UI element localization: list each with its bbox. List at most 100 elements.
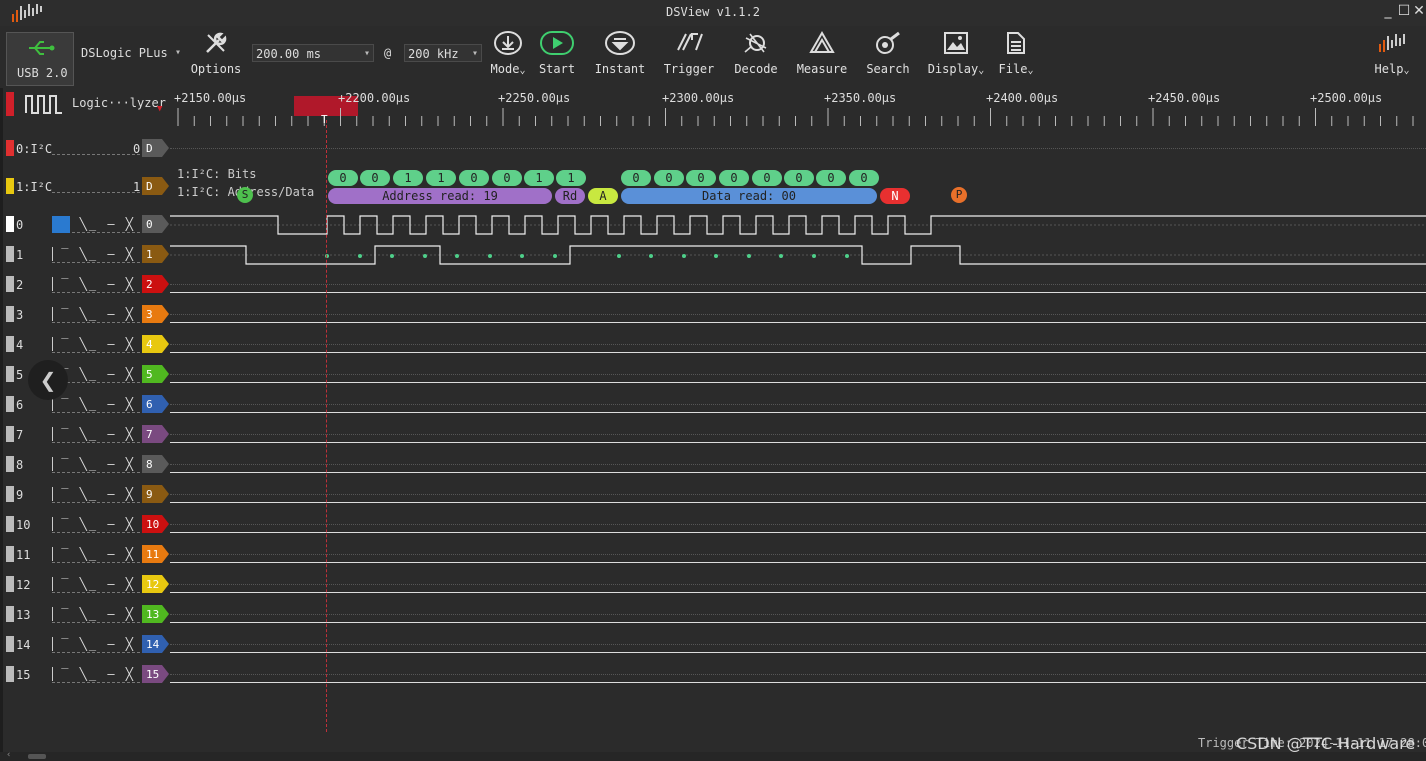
title-bar: DSView v1.1.2 _ ☐ ✕ — [0, 0, 1426, 26]
channel-tag[interactable]: 9 — [142, 485, 172, 503]
trigger-options[interactable]: ▏‾ ╲_ — ╳ — [52, 307, 140, 323]
trigger-label: Trigger — [663, 62, 715, 76]
trigger-options[interactable]: ▏‾ ╲_ — ╳ — [52, 607, 140, 623]
trigger-options[interactable]: ▏‾ ╲_ — ╳ — [52, 427, 140, 443]
decoder-0-label: 0:I²C — [16, 142, 53, 156]
device-select[interactable]: DSLogic PLus ▾ — [78, 44, 184, 62]
group-dropdown-icon[interactable]: ▼ — [157, 104, 162, 114]
maximize-button[interactable]: ☐ — [1396, 2, 1412, 20]
measure-button[interactable]: Measure — [794, 26, 850, 86]
channel-tag-text: 4 — [146, 338, 153, 351]
channel-color-marker — [6, 606, 14, 622]
trigger-icon — [677, 33, 703, 51]
bit-box: 0 — [328, 170, 358, 186]
trigger-options[interactable]: ▏‾ ╲_ — ╳ — [52, 277, 140, 293]
trigger-options[interactable]: ▏‾ ╲_ — ╳ — [52, 547, 140, 563]
channel-baseline — [170, 562, 1426, 563]
channel-baseline — [170, 472, 1426, 473]
ack-box: A — [588, 188, 618, 204]
channel-tag[interactable]: 11 — [142, 545, 172, 563]
instant-button[interactable]: Instant — [592, 26, 648, 86]
channel-number: 11 — [16, 548, 31, 562]
sda-sample-point — [682, 254, 686, 258]
channel-tag-text: 3 — [146, 308, 153, 321]
channel-tag[interactable]: 0 — [142, 215, 172, 233]
channel-number: 1 — [16, 248, 24, 262]
channel-tag[interactable]: 8 — [142, 455, 172, 473]
window-title: DSView v1.1.2 — [666, 5, 760, 19]
samplerate-select[interactable]: 200 kHz ▾ — [404, 44, 482, 62]
scrollbar-thumb[interactable] — [28, 754, 46, 759]
trigger-options[interactable]: ▏‾ ╲_ — ╳ — [52, 517, 140, 533]
usb-icon — [29, 41, 55, 55]
decoder-1-tag[interactable]: D — [142, 177, 170, 195]
channel-tag[interactable]: 13 — [142, 605, 172, 623]
trigger-options[interactable]: ▏‾ ╲_ — ╳ — [52, 397, 140, 413]
trigger-cursor[interactable] — [326, 120, 327, 732]
options-button[interactable]: Options — [186, 26, 246, 86]
channel-tag-text: 11 — [146, 548, 159, 561]
duration-select[interactable]: 200.00 ms ▾ — [252, 44, 374, 62]
trigger-options[interactable]: ▏‾ ╲_ — ╳ — [52, 457, 140, 473]
bit-box: 1 — [426, 170, 456, 186]
group-label[interactable]: Logic···lyzer — [72, 96, 166, 110]
mode-button[interactable]: Mode⌄ — [488, 26, 528, 86]
decoder-0-tag[interactable]: D — [142, 139, 170, 157]
chevron-down-icon: ▾ — [471, 48, 478, 59]
channel-tag[interactable]: 3 — [142, 305, 172, 323]
decoder-1-label: 1:I²C — [16, 180, 53, 194]
bit-box: 0 — [360, 170, 390, 186]
help-button[interactable]: Help⌄ — [1370, 26, 1414, 86]
channel-color-marker — [6, 636, 14, 652]
decoder-1-value: 1 — [133, 180, 141, 194]
channel-baseline — [170, 622, 1426, 623]
close-button[interactable]: ✕ — [1411, 2, 1426, 20]
bit-box: 1 — [393, 170, 423, 186]
channel-tag[interactable]: 15 — [142, 665, 172, 683]
channel-lane — [170, 584, 1426, 585]
channel-tag-text: 13 — [146, 608, 159, 621]
channel-tag-text: 5 — [146, 368, 153, 381]
channel-tag[interactable]: 7 — [142, 425, 172, 443]
channel-tag[interactable]: 5 — [142, 365, 172, 383]
bit-box: 1 — [556, 170, 586, 186]
trigger-options[interactable]: ▏‾ ╲_ — ╳ — [52, 247, 140, 263]
search-button[interactable]: Search — [862, 26, 914, 86]
decoder-0-lane — [170, 148, 1426, 149]
channel-lane — [170, 674, 1426, 675]
selected-trigger-edge[interactable] — [52, 216, 70, 233]
trigger-options[interactable]: ▏‾ ╲_ — ╳ — [52, 487, 140, 503]
horizontal-scrollbar[interactable]: ‹ — [0, 750, 1426, 761]
channel-tag[interactable]: 6 — [142, 395, 172, 413]
search-icon — [876, 31, 900, 54]
sda-sample-point — [714, 254, 718, 258]
trigger-options[interactable]: ▏‾ ╲_ — ╳ — [52, 667, 140, 683]
collapse-arrow-icon[interactable]: ❮ — [28, 360, 68, 400]
channel-tag-text: 2 — [146, 278, 153, 291]
channel-number: 6 — [16, 398, 24, 412]
display-label: Display — [927, 62, 979, 76]
channel-number: 4 — [16, 338, 24, 352]
trigger-options[interactable]: ▏‾ ╲_ — ╳ — [52, 337, 140, 353]
trigger-button[interactable]: Trigger — [660, 26, 718, 86]
channel-tag[interactable]: 10 — [142, 515, 172, 533]
bit-box: 0 — [752, 170, 782, 186]
channel-tag[interactable]: 12 — [142, 575, 172, 593]
channel-tag[interactable]: 1 — [142, 245, 172, 263]
trigger-options[interactable]: ▏‾ ╲_ — ╳ — [52, 577, 140, 593]
time-ruler[interactable]: +2150.00μs +2200.00μs +2250.00μs +2300.00μs… — [170, 88, 1426, 128]
minimize-button[interactable]: _ — [1380, 2, 1396, 20]
channel-tag[interactable]: 2 — [142, 275, 172, 293]
scroll-left-icon[interactable]: ‹ — [6, 750, 11, 760]
channel-number: 12 — [16, 578, 31, 592]
decode-button[interactable]: Decode — [730, 26, 782, 86]
start-button[interactable]: Start — [536, 26, 578, 86]
channel-tag[interactable]: 14 — [142, 635, 172, 653]
decoder-0-separator — [52, 154, 140, 155]
sda-sample-point — [455, 254, 459, 258]
device-button[interactable]: USB 2.0 — [6, 32, 74, 86]
channel-tag[interactable]: 4 — [142, 335, 172, 353]
display-button[interactable]: Display⌄ — [926, 26, 986, 86]
file-button[interactable]: File⌄ — [994, 26, 1038, 86]
trigger-options[interactable]: ▏‾ ╲_ — ╳ — [52, 637, 140, 653]
